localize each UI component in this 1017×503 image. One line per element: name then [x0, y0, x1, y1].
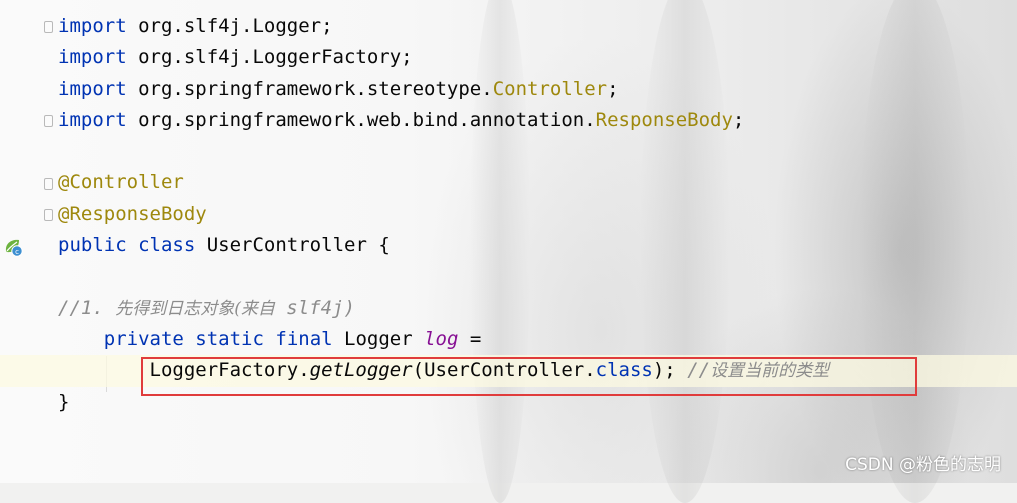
code-token: import [58, 77, 127, 100]
code-line[interactable]: import org.springframework.stereotype.Co… [0, 74, 1017, 105]
code-token: private [103, 327, 184, 350]
code-token: Controller [492, 77, 608, 100]
code-line[interactable] [0, 136, 1017, 167]
code-token: org.springframework.stereotype. [126, 77, 493, 100]
code-line[interactable]: @Controller [0, 167, 1017, 198]
code-token: import [58, 108, 127, 131]
code-line-text: private static final Logger log = [58, 324, 482, 355]
code-line[interactable] [0, 261, 1017, 292]
code-line[interactable]: private static final Logger log = [0, 324, 1017, 355]
code-token: 先得到日志对象(来自 [115, 298, 275, 319]
code-line-text: import org.springframework.web.bind.anno… [58, 105, 744, 136]
code-token: = [458, 327, 482, 350]
code-line[interactable]: import org.springframework.web.bind.anno… [0, 105, 1017, 136]
code-line[interactable]: //1. 先得到日志对象(来自 slf4j) [0, 293, 1017, 324]
code-line[interactable]: public class UserController { [0, 230, 1017, 261]
code-token: ; [607, 77, 619, 100]
code-token: @ResponseBody [58, 202, 207, 225]
code-line-text: //1. 先得到日志对象(来自 slf4j) [58, 293, 355, 325]
code-line-text: @Controller [58, 167, 184, 198]
code-line-text: } [58, 387, 69, 418]
code-token: Logger [332, 327, 425, 350]
code-line[interactable]: @ResponseBody [0, 199, 1017, 230]
code-token: ; [732, 108, 745, 131]
code-token: final [275, 327, 333, 350]
code-token: //1. [58, 296, 116, 319]
code-line-text: import org.slf4j.Logger; [58, 11, 333, 42]
code-token: org.slf4j.LoggerFactory; [126, 46, 413, 69]
watermark: CSDN @粉色的志明 [845, 455, 1001, 475]
code-token: public [58, 234, 127, 257]
code-token: } [58, 390, 70, 413]
code-token: UserController { [195, 234, 390, 257]
code-token: slf4j) [274, 296, 355, 319]
code-line-text: @ResponseBody [58, 199, 207, 230]
code-line-text: import org.springframework.stereotype.Co… [58, 74, 619, 105]
code-token: @Controller [58, 171, 184, 194]
code-line-text: import org.slf4j.LoggerFactory; [58, 42, 413, 73]
code-token: log [424, 327, 459, 350]
code-line[interactable]: import org.slf4j.Logger; [0, 11, 1017, 42]
code-token: static [195, 327, 264, 350]
code-token: import [58, 15, 127, 37]
code-token: org.slf4j.Logger; [126, 15, 333, 37]
code-token: org.springframework.web.bind.annotation. [126, 108, 596, 131]
code-line[interactable]: import org.slf4j.LoggerFactory; [0, 42, 1017, 73]
code-token: class [138, 234, 196, 257]
code-line-text: public class UserController { [58, 230, 390, 261]
code-token: import [58, 46, 127, 69]
highlight-box [141, 357, 917, 396]
code-token: ResponseBody [595, 108, 733, 131]
